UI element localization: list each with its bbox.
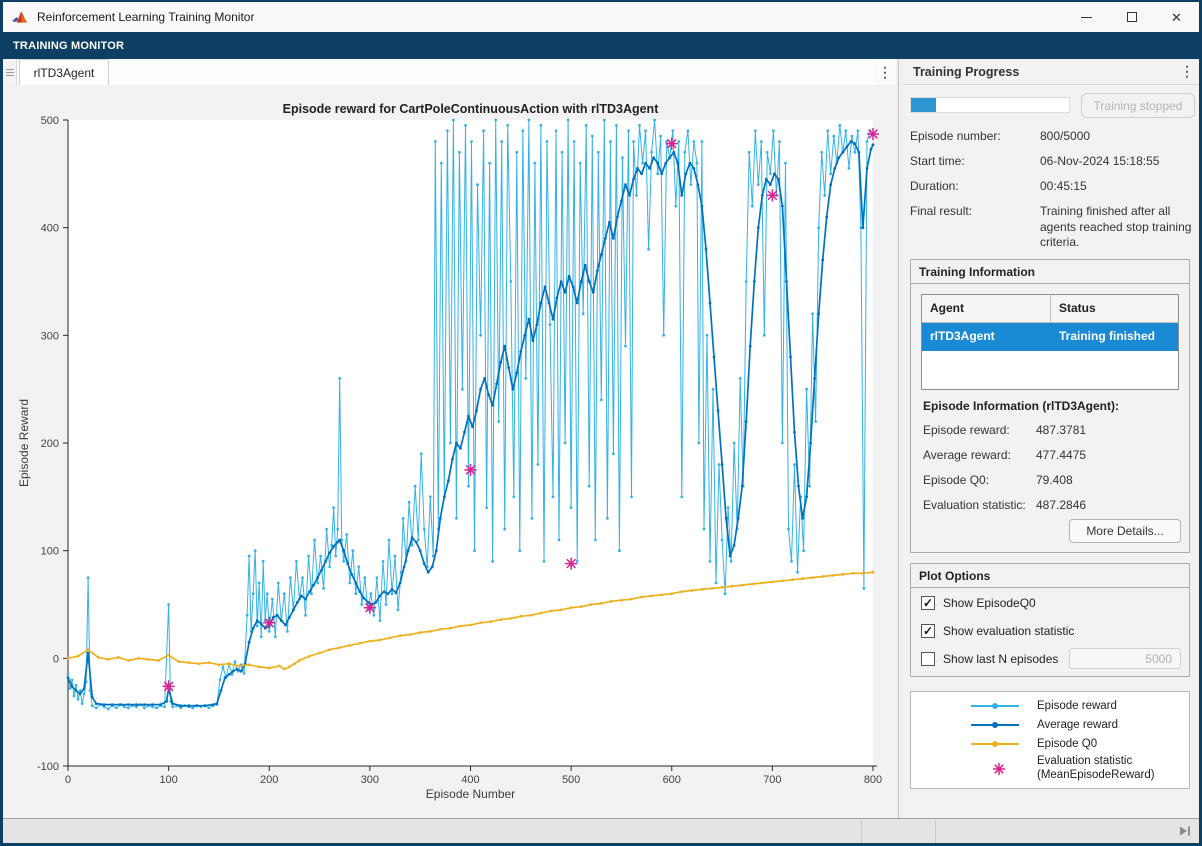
duration-label: Duration: <box>910 179 959 193</box>
evaluation-statistic-value: 487.2846 <box>1036 498 1086 512</box>
toolstrip: TRAINING MONITOR <box>3 32 1199 59</box>
progress-bar <box>910 97 1070 113</box>
show-evaluation-statistic-option: Show evaluation statistic <box>921 624 1074 638</box>
svg-text:200: 200 <box>41 438 59 450</box>
table-row[interactable]: rlTD3Agent Training finished <box>922 323 1178 351</box>
training-progress-header: Training Progress ⋮ <box>903 59 1199 85</box>
skip-to-end-icon[interactable] <box>1177 823 1193 839</box>
progress-bar-fill <box>911 98 936 112</box>
show-evaluation-statistic-label: Show evaluation statistic <box>943 624 1074 638</box>
training-progress-panel: Training stopped Episode number: 800/500… <box>903 85 1199 818</box>
episode-reward-label: Episode reward: <box>923 423 1010 437</box>
training-information-panel: Training Information Agent Status rlTD3A… <box>910 259 1190 553</box>
agent-column-header: Agent <box>922 295 1051 322</box>
close-button[interactable]: ✕ <box>1154 2 1199 32</box>
more-details-button[interactable]: More Details... <box>1069 519 1181 543</box>
svg-text:300: 300 <box>41 330 59 342</box>
svg-text:300: 300 <box>361 774 379 786</box>
svg-text:600: 600 <box>663 774 681 786</box>
svg-text:400: 400 <box>461 774 479 786</box>
svg-text:100: 100 <box>159 774 177 786</box>
tab-strip-menu-icon[interactable]: ⋮ <box>874 59 896 85</box>
svg-text:0: 0 <box>65 774 71 786</box>
evaluation-statistic-asterisk-icon <box>991 761 1007 777</box>
episode-reward-value: 487.3781 <box>1036 423 1086 437</box>
chart-ylabel: Episode Reward <box>15 120 33 766</box>
chart-legend: Episode reward Average reward Episode Q0 <box>910 691 1190 789</box>
chart-title: Episode reward for CartPoleContinuousAct… <box>68 102 873 116</box>
episode-information-title: Episode Information (rlTD3Agent): <box>923 399 1119 413</box>
start-time-label: Start time: <box>910 154 965 168</box>
tab-strip-filler <box>109 59 874 85</box>
legend-item-episode-reward: Episode reward <box>911 700 1189 712</box>
n-episodes-input[interactable] <box>1069 648 1181 669</box>
show-last-n-episodes-checkbox[interactable] <box>921 652 935 666</box>
svg-text:200: 200 <box>260 774 278 786</box>
show-episodeq0-checkbox[interactable] <box>921 596 935 610</box>
training-chart: -100 0 100 200 300 400 500 0 100 200 300 400 500 600 7… <box>3 85 895 818</box>
figure-area: Episode reward for CartPoleContinuousAct… <box>3 85 895 818</box>
document-tab-strip: rlTD3Agent ⋮ <box>3 59 896 85</box>
episode-q0-line-icon <box>971 743 1019 745</box>
episode-reward-line-icon <box>971 705 1019 707</box>
average-reward-line-icon <box>971 724 1019 726</box>
show-evaluation-statistic-checkbox[interactable] <box>921 624 935 638</box>
episode-number-value: 800/5000 <box>1040 129 1194 145</box>
panel-divider <box>898 59 899 818</box>
average-reward-label: Average reward: <box>923 448 1011 462</box>
svg-text:100: 100 <box>41 546 59 558</box>
show-last-n-episodes-label: Show last N episodes <box>943 652 1058 666</box>
matlab-icon <box>11 8 29 26</box>
maximize-icon <box>1127 12 1137 22</box>
svg-text:0: 0 <box>53 653 59 665</box>
episode-q0-label: Episode Q0: <box>923 473 989 487</box>
show-episodeq0-option: Show EpisodeQ0 <box>921 596 1036 610</box>
average-reward-value: 477.4475 <box>1036 448 1086 462</box>
legend-item-episode-q0: Episode Q0 <box>911 738 1189 750</box>
close-icon: ✕ <box>1171 11 1182 24</box>
svg-text:-100: -100 <box>37 761 59 773</box>
legend-item-evaluation-statistic: Evaluation statistic (MeanEpisodeReward) <box>911 755 1189 782</box>
drag-handle-icon[interactable] <box>3 59 17 85</box>
maximize-button[interactable] <box>1109 2 1154 32</box>
svg-text:500: 500 <box>562 774 580 786</box>
status-column-header: Status <box>1051 295 1178 322</box>
show-episodeq0-label: Show EpisodeQ0 <box>943 596 1036 610</box>
tab-label: rlTD3Agent <box>34 66 95 80</box>
svg-text:700: 700 <box>763 774 781 786</box>
status-bar-divider <box>935 820 936 844</box>
minimize-button[interactable] <box>1064 2 1109 32</box>
plot-options-panel: Plot Options Show EpisodeQ0 Show evaluat… <box>910 563 1190 677</box>
evaluation-statistic-label: Evaluation statistic: <box>923 498 1026 512</box>
tab-training-monitor[interactable]: TRAINING MONITOR <box>13 40 124 52</box>
show-last-n-episodes-option: Show last N episodes <box>921 652 1058 666</box>
title-bar: Reinforcement Learning Training Monitor … <box>3 2 1199 32</box>
final-result-label: Final result: <box>910 204 972 218</box>
episode-q0-value: 79.408 <box>1036 473 1073 487</box>
panel-menu-icon[interactable]: ⋮ <box>1175 63 1199 80</box>
table-header-row: Agent Status <box>922 295 1178 323</box>
status-cell: Training finished <box>1051 323 1178 351</box>
final-result-value: Training finished after all agents reach… <box>1040 204 1194 251</box>
svg-text:400: 400 <box>41 223 59 235</box>
agent-cell: rlTD3Agent <box>922 323 1051 351</box>
chart-xlabel: Episode Number <box>68 787 873 801</box>
plot-options-title: Plot Options <box>911 564 1189 588</box>
duration-value: 00:45:15 <box>1040 179 1194 195</box>
window-title: Reinforcement Learning Training Monitor <box>37 10 254 24</box>
agent-status-table: Agent Status rlTD3Agent Training finishe… <box>921 294 1179 390</box>
start-time-value: 06-Nov-2024 15:18:55 <box>1040 154 1194 170</box>
training-stopped-button[interactable]: Training stopped <box>1081 93 1195 118</box>
status-bar-divider <box>861 820 862 844</box>
episode-number-label: Episode number: <box>910 129 1001 143</box>
app-window: Reinforcement Learning Training Monitor … <box>0 0 1202 846</box>
tab-rltd3agent[interactable]: rlTD3Agent <box>19 59 109 85</box>
training-information-title: Training Information <box>911 260 1189 284</box>
legend-item-average-reward: Average reward <box>911 719 1189 731</box>
svg-text:500: 500 <box>41 115 59 127</box>
svg-text:800: 800 <box>864 774 882 786</box>
minimize-icon <box>1081 17 1092 18</box>
status-bar <box>3 818 1199 843</box>
training-progress-title: Training Progress <box>913 65 1175 79</box>
